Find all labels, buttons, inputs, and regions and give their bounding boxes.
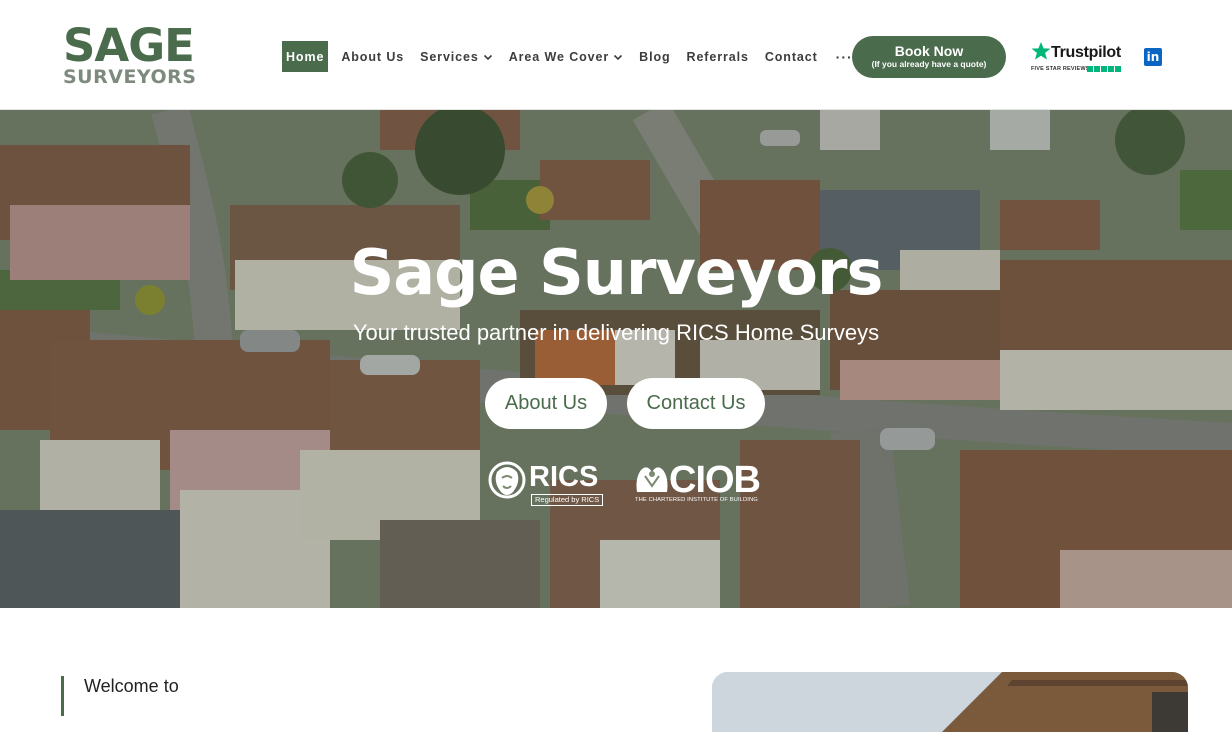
nav-area-label: Area We Cover (508, 49, 610, 64)
nav-contact[interactable]: Contact (765, 41, 818, 72)
linkedin-icon[interactable]: in (1144, 48, 1162, 66)
hero-title: Sage Surveyors (349, 236, 884, 309)
logo-wordmark-top: SAGE (63, 19, 195, 72)
ciob-tagline: THE CHARTERED INSTITUTE OF BUILDING (635, 497, 758, 503)
book-now-label: Book Now (894, 43, 964, 59)
chevron-down-icon (614, 54, 623, 60)
hero-contact-us-button[interactable]: Contact Us (627, 378, 765, 429)
trustpilot-rating-icon (1087, 66, 1122, 72)
ciob-wordmark: CIOB (669, 459, 761, 501)
trustpilot-subtext: FIVE STAR REVIEWS (1031, 66, 1090, 72)
logo-wordmark-bottom: SURVEYORS (63, 66, 197, 88)
rics-regulated-tag: Regulated by RICS (531, 494, 604, 506)
hero-overlay (0, 110, 1232, 608)
nav-services-label: Services (420, 49, 479, 64)
main-nav: Home About Us Services Area We Cover Blo… (282, 41, 853, 72)
book-now-sublabel: (If you already have a quote) (871, 59, 987, 69)
nav-home[interactable]: Home (282, 41, 329, 72)
nav-services[interactable]: Services (420, 41, 493, 72)
hero-about-us-button[interactable]: About Us (485, 378, 607, 429)
nav-area-we-cover[interactable]: Area We Cover (509, 41, 623, 72)
ciob-crest-icon (636, 467, 668, 492)
book-now-button[interactable]: Book Now (If you already have a quote) (852, 36, 1006, 78)
nav-blog[interactable]: Blog (639, 41, 670, 72)
trustpilot-star-icon (1031, 42, 1051, 60)
hero-subtitle: Your trusted partner in delivering RICS … (352, 320, 880, 345)
trustpilot-badge[interactable]: Trustpilot FIVE STAR REVIEWS (1031, 41, 1123, 75)
site-header: SAGE SURVEYORS Home About Us Services Ar… (0, 0, 1232, 110)
ciob-logo[interactable]: CIOB THE CHARTERED INSTITUTE OF BUILDING (633, 460, 765, 508)
rics-lion-icon (488, 461, 526, 499)
welcome-label: Welcome to (84, 676, 179, 696)
trustpilot-name: Trustpilot (1051, 44, 1121, 61)
welcome-accent-bar (61, 676, 64, 716)
chevron-down-icon (483, 54, 492, 60)
site-logo[interactable]: SAGE SURVEYORS (63, 19, 203, 89)
welcome-house-photo (712, 672, 1188, 732)
nav-about-us[interactable]: About Us (341, 41, 404, 72)
welcome-image (712, 672, 1188, 732)
rics-wordmark: RICS (529, 461, 599, 493)
nav-more-menu[interactable]: ··· (836, 49, 853, 65)
hero-section: Sage Surveyors Your trusted partner in d… (0, 110, 1232, 608)
rics-logo[interactable]: RICS Regulated by RICS (487, 460, 605, 508)
nav-referrals[interactable]: Referrals (687, 41, 749, 72)
